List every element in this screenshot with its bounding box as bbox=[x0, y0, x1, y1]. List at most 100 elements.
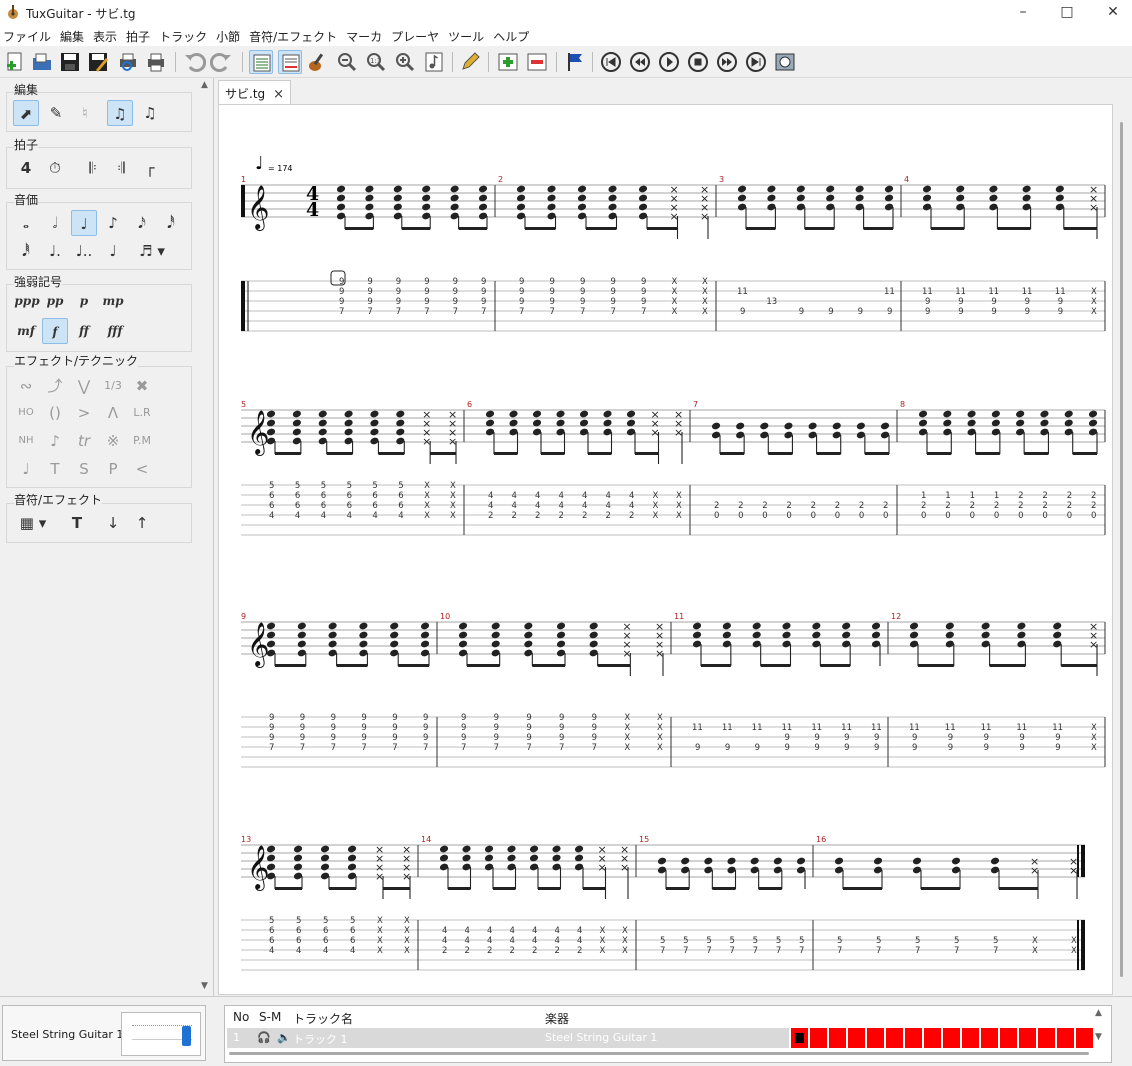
dynamic-f[interactable]: f bbox=[42, 318, 68, 344]
measure-cell[interactable] bbox=[1019, 1028, 1037, 1048]
measure-overview[interactable] bbox=[791, 1028, 1109, 1048]
accent-icon[interactable]: > bbox=[71, 400, 97, 426]
dynamic-pp[interactable]: pp bbox=[42, 288, 68, 314]
first-icon[interactable] bbox=[599, 50, 623, 74]
thirty-second-note-icon[interactable]: 𝅘𝅥𝅰 bbox=[158, 210, 184, 236]
slide-icon[interactable]: 1/3 bbox=[100, 373, 126, 399]
dynamic-ff[interactable]: ff bbox=[71, 318, 97, 344]
zoom-in-icon[interactable] bbox=[393, 50, 417, 74]
fade-in-icon[interactable]: < bbox=[129, 456, 155, 482]
play-icon[interactable] bbox=[657, 50, 681, 74]
measure-cell[interactable] bbox=[829, 1028, 847, 1048]
menu-note-effect[interactable]: 音符/エフェクト bbox=[246, 26, 343, 45]
score-scroll-thumb[interactable] bbox=[1120, 122, 1123, 977]
measure-cell[interactable] bbox=[981, 1028, 999, 1048]
menu-file[interactable]: ファイル bbox=[0, 26, 57, 45]
volume-knob[interactable] bbox=[182, 1026, 191, 1046]
half-note-icon[interactable]: 𝅗𝅥 bbox=[42, 210, 68, 236]
repeat-close-icon[interactable]: 𝄇 bbox=[108, 155, 134, 181]
metronome-icon[interactable] bbox=[773, 50, 797, 74]
tuplet-dropdown-icon[interactable]: ♬ ▾ bbox=[132, 238, 172, 264]
ghost-note-icon[interactable]: () bbox=[42, 400, 68, 426]
dynamic-fff[interactable]: fff bbox=[100, 318, 130, 344]
measure-cell[interactable] bbox=[1038, 1028, 1056, 1048]
print-icon[interactable] bbox=[144, 50, 168, 74]
tremolo-picking-icon[interactable]: ※ bbox=[100, 428, 126, 454]
menu-edit[interactable]: 編集 bbox=[57, 26, 90, 45]
measure-cell[interactable] bbox=[924, 1028, 942, 1048]
previous-icon[interactable] bbox=[628, 50, 652, 74]
add-track-icon[interactable] bbox=[496, 50, 520, 74]
zoom-out-icon[interactable] bbox=[335, 50, 359, 74]
grace-note-icon[interactable]: ♪ bbox=[42, 428, 68, 454]
score-canvas[interactable]: 𝄞 44♩ = 1741999799979997999799979997299979… bbox=[219, 105, 1113, 995]
fretboard-icon[interactable] bbox=[306, 50, 330, 74]
minimize-button[interactable]: – bbox=[1000, 0, 1046, 26]
menu-tools[interactable]: ツール bbox=[445, 26, 490, 45]
measure-cell[interactable] bbox=[1000, 1028, 1018, 1048]
volume-slider[interactable] bbox=[121, 1012, 201, 1056]
quarter-note-icon[interactable]: ♩ bbox=[71, 210, 97, 236]
measure-cell[interactable] bbox=[810, 1028, 828, 1048]
slapping-icon[interactable]: S bbox=[71, 456, 97, 482]
zoom-reset-icon[interactable]: 1:1 bbox=[364, 50, 388, 74]
harmonic-icon[interactable]: NH bbox=[13, 428, 39, 454]
save-icon[interactable] bbox=[58, 50, 82, 74]
let-ring-icon[interactable]: L.R bbox=[129, 400, 155, 426]
select-mode-icon[interactable]: ⬈ bbox=[13, 100, 39, 126]
menu-view[interactable]: 表示 bbox=[90, 26, 123, 45]
track-scroll-down-icon[interactable]: ▼ bbox=[1095, 1032, 1102, 1042]
dead-note-icon[interactable]: ✖ bbox=[129, 373, 155, 399]
stroke-down-icon[interactable]: ↓ bbox=[100, 510, 126, 536]
track-scroll-up-icon[interactable]: ▲ bbox=[1095, 1008, 1102, 1018]
close-window-button[interactable]: ✕ bbox=[1090, 0, 1132, 26]
chord-dropdown-icon[interactable]: ▦ ▾ bbox=[13, 510, 53, 536]
repeat-open-icon[interactable]: 𝄆 bbox=[80, 155, 106, 181]
remove-track-icon[interactable] bbox=[525, 50, 549, 74]
tapping-icon[interactable]: T bbox=[42, 456, 68, 482]
scroll-down-icon[interactable]: ▼ bbox=[201, 981, 208, 991]
solo-headphone-icon[interactable]: 🎧 bbox=[257, 1031, 271, 1044]
menu-player[interactable]: プレーヤ bbox=[388, 26, 445, 45]
tab-view-icon[interactable] bbox=[278, 50, 302, 74]
new-file-icon[interactable] bbox=[3, 50, 27, 74]
measure-cell[interactable] bbox=[867, 1028, 885, 1048]
voice-2-icon[interactable]: ♫ bbox=[137, 100, 163, 126]
dynamic-mp[interactable]: mp bbox=[100, 288, 126, 314]
maximize-button[interactable]: □ bbox=[1044, 0, 1090, 26]
menu-track[interactable]: トラック bbox=[156, 26, 213, 45]
vibrato-icon[interactable]: ∾ bbox=[13, 373, 39, 399]
voice-1-icon[interactable]: ♫ bbox=[107, 100, 133, 126]
staccato-icon[interactable]: ♩ bbox=[13, 456, 39, 482]
track-row[interactable]: 1 🎧 🔈 トラック 1 Steel String Guitar 1 bbox=[227, 1028, 789, 1048]
dynamic-p[interactable]: p bbox=[71, 288, 97, 314]
double-dotted-note-icon[interactable]: ♩.. bbox=[71, 238, 97, 264]
eighth-note-icon[interactable]: ♪ bbox=[100, 210, 126, 236]
marker-flag-icon[interactable] bbox=[563, 50, 587, 74]
next-icon[interactable] bbox=[715, 50, 739, 74]
menu-measure[interactable]: 小節 bbox=[213, 26, 246, 45]
save-as-icon[interactable] bbox=[86, 50, 110, 74]
scroll-up-icon[interactable]: ▲ bbox=[201, 80, 208, 90]
menu-help[interactable]: ヘルプ bbox=[490, 26, 535, 45]
undo-icon[interactable] bbox=[182, 50, 206, 74]
trill-icon[interactable]: tr bbox=[71, 428, 97, 454]
measure-cell[interactable] bbox=[905, 1028, 923, 1048]
tab-sabi[interactable]: サビ.tg × bbox=[218, 80, 292, 104]
score-scrollbar[interactable] bbox=[1115, 104, 1130, 995]
note-icon[interactable] bbox=[422, 50, 446, 74]
stroke-up-icon[interactable]: ↑ bbox=[129, 510, 155, 536]
whole-note-icon[interactable]: 𝅝 bbox=[13, 210, 39, 236]
score-area[interactable]: 𝄞 4 4 ♩ = 174 1 9 9 9 7 9 9 9 7 9 9 9 7 9 9 9 7 9 9 9 7 9 9 9 7 2 9 9 9 7 9… bbox=[218, 104, 1113, 995]
menu-composition[interactable]: 拍子 bbox=[123, 26, 156, 45]
popping-icon[interactable]: P bbox=[100, 456, 126, 482]
track-table-hscroll[interactable] bbox=[229, 1052, 1089, 1055]
bend-icon[interactable]: ⤴ bbox=[42, 373, 68, 399]
score-view-icon[interactable] bbox=[249, 50, 273, 74]
measure-cell[interactable] bbox=[1057, 1028, 1075, 1048]
heavy-accent-icon[interactable]: Λ bbox=[100, 400, 126, 426]
sixty-fourth-note-icon[interactable]: 𝅘𝅥𝅱 bbox=[13, 238, 39, 264]
dynamic-mf[interactable]: mf bbox=[13, 318, 39, 344]
tempo-icon[interactable]: ⏱ bbox=[42, 155, 68, 181]
alternate-ending-icon[interactable]: ┌ bbox=[137, 155, 163, 181]
